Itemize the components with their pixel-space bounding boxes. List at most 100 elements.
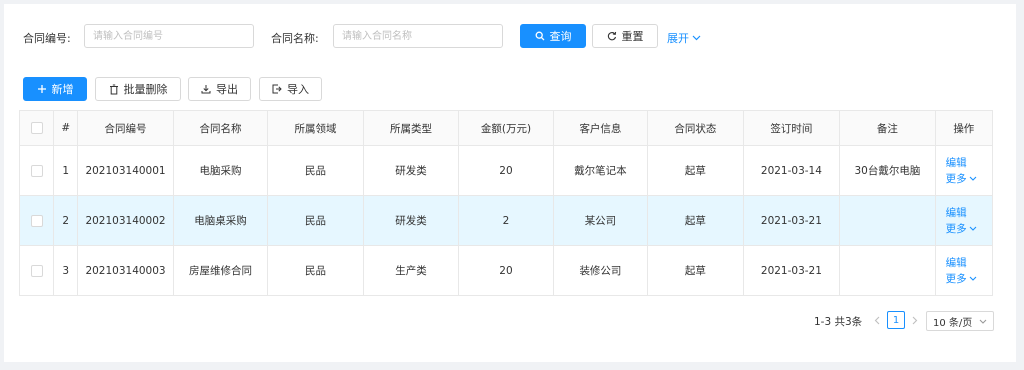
table-header-row: # 合同编号 合同名称 所属领域 所属类型 金额(万元) 客户信息 合同状态 签… <box>18 110 994 146</box>
export-button[interactable]: 导出 <box>188 77 251 101</box>
trash-icon <box>109 84 119 95</box>
row-index: 1 <box>53 145 79 196</box>
download-icon <box>201 84 211 94</box>
contract-no-label: 合同编号: <box>23 32 71 45</box>
column-header: 备注 <box>839 110 936 146</box>
chevron-left-icon <box>874 316 880 325</box>
row-index: 3 <box>53 245 79 296</box>
status-cell: 起草 <box>647 245 744 296</box>
actions-cell: 编辑 更多 <box>934 195 994 246</box>
table-row[interactable]: 1 202103140001 电脑采购 民品 研发类 20 戴尔笔记本 起草 2… <box>18 145 994 196</box>
type-cell: 生产类 <box>362 245 460 296</box>
contract-name-label: 合同名称: <box>271 32 319 45</box>
prev-page-button[interactable] <box>870 312 884 328</box>
pagination-summary: 1-3 共3条 <box>814 316 863 328</box>
actions-cell: 编辑 更多 <box>934 145 994 196</box>
more-label: 更多 <box>945 272 967 285</box>
contract-name-cell: 电脑采购 <box>172 145 269 196</box>
contract-name-input[interactable] <box>333 24 503 48</box>
reset-button[interactable]: 重置 <box>592 24 658 48</box>
edit-link[interactable]: 编辑 <box>946 205 967 221</box>
contract-name-cell: 房屋维修合同 <box>172 245 269 296</box>
row-checkbox[interactable] <box>30 264 43 277</box>
column-header: # <box>53 110 79 146</box>
column-header: 合同编号 <box>77 110 174 146</box>
amount-cell: 2 <box>458 195 554 246</box>
import-button[interactable]: 导入 <box>259 77 322 101</box>
domain-cell: 民品 <box>267 145 364 196</box>
column-header: 客户信息 <box>552 110 649 146</box>
contracts-table: # 合同编号 合同名称 所属领域 所属类型 金额(万元) 客户信息 合同状态 签… <box>18 110 994 296</box>
status-cell: 起草 <box>647 145 744 196</box>
expand-label: 展开 <box>667 32 689 45</box>
date-cell: 2021-03-21 <box>742 195 841 246</box>
note-cell: 30台戴尔电脑 <box>839 145 936 196</box>
next-page-button[interactable] <box>908 312 922 328</box>
more-label: 更多 <box>945 172 967 185</box>
customer-cell: 某公司 <box>552 195 649 246</box>
row-select-cell[interactable] <box>18 145 55 196</box>
row-select-cell[interactable] <box>18 245 55 296</box>
reset-label: 重置 <box>621 30 644 43</box>
column-header: 所属类型 <box>362 110 460 146</box>
type-cell: 研发类 <box>362 145 460 196</box>
column-header: 签订时间 <box>742 110 841 146</box>
actions-cell: 编辑 更多 <box>934 245 994 296</box>
search-icon <box>535 31 545 41</box>
column-header: 合同状态 <box>647 110 744 146</box>
page-1-button[interactable]: 1 <box>887 311 905 329</box>
more-menu[interactable]: 更多 <box>946 271 977 287</box>
table-row[interactable]: 3 202103140003 房屋维修合同 民品 生产类 20 装修公司 起草 … <box>18 245 994 296</box>
amount-cell: 20 <box>458 145 554 196</box>
select-all-checkbox[interactable] <box>30 122 43 134</box>
contract-no-cell: 202103140002 <box>77 195 174 246</box>
more-label: 更多 <box>945 222 967 235</box>
more-menu[interactable]: 更多 <box>946 171 977 187</box>
column-header: 金额(万元) <box>458 110 554 146</box>
date-cell: 2021-03-14 <box>742 145 841 196</box>
chevron-down-icon <box>969 176 977 181</box>
export-label: 导出 <box>216 83 238 96</box>
batch-delete-button[interactable]: 批量删除 <box>95 77 181 101</box>
chevron-down-icon <box>979 319 987 324</box>
select-all-cell[interactable] <box>18 110 55 146</box>
page-size-label: 10 条/页 <box>933 317 973 329</box>
table-row[interactable]: 2 202103140002 电脑桌采购 民品 研发类 2 某公司 起草 202… <box>18 195 994 246</box>
contract-no-input[interactable] <box>84 24 254 48</box>
chevron-down-icon <box>692 35 701 41</box>
plus-icon <box>37 84 47 94</box>
domain-cell: 民品 <box>267 195 364 246</box>
more-menu[interactable]: 更多 <box>946 221 977 237</box>
note-cell <box>839 245 936 296</box>
amount-cell: 20 <box>458 245 554 296</box>
import-icon <box>272 84 282 94</box>
row-select-cell[interactable] <box>18 195 55 246</box>
row-index: 2 <box>53 195 79 246</box>
column-header: 操作 <box>934 110 994 146</box>
note-cell <box>839 195 936 246</box>
edit-link[interactable]: 编辑 <box>946 155 967 171</box>
chevron-down-icon <box>969 226 977 231</box>
page-size-select[interactable]: 10 条/页 <box>926 311 994 331</box>
expand-toggle[interactable]: 展开 <box>667 30 701 46</box>
add-label: 新增 <box>51 83 74 96</box>
batch-delete-label: 批量删除 <box>123 83 168 96</box>
chevron-down-icon <box>969 276 977 281</box>
query-label: 查询 <box>549 30 572 43</box>
row-checkbox[interactable] <box>30 164 43 177</box>
query-button[interactable]: 查询 <box>520 24 586 48</box>
add-button[interactable]: 新增 <box>23 77 87 101</box>
customer-cell: 戴尔笔记本 <box>552 145 649 196</box>
contract-no-cell: 202103140001 <box>77 145 174 196</box>
import-label: 导入 <box>287 83 309 96</box>
chevron-right-icon <box>912 316 918 325</box>
column-header: 合同名称 <box>172 110 269 146</box>
date-cell: 2021-03-21 <box>742 245 841 296</box>
contract-no-cell: 202103140003 <box>77 245 174 296</box>
row-checkbox[interactable] <box>30 214 43 227</box>
type-cell: 研发类 <box>362 195 460 246</box>
contract-name-cell: 电脑桌采购 <box>172 195 269 246</box>
edit-link[interactable]: 编辑 <box>946 255 967 271</box>
status-cell: 起草 <box>647 195 744 246</box>
refresh-icon <box>607 31 617 41</box>
